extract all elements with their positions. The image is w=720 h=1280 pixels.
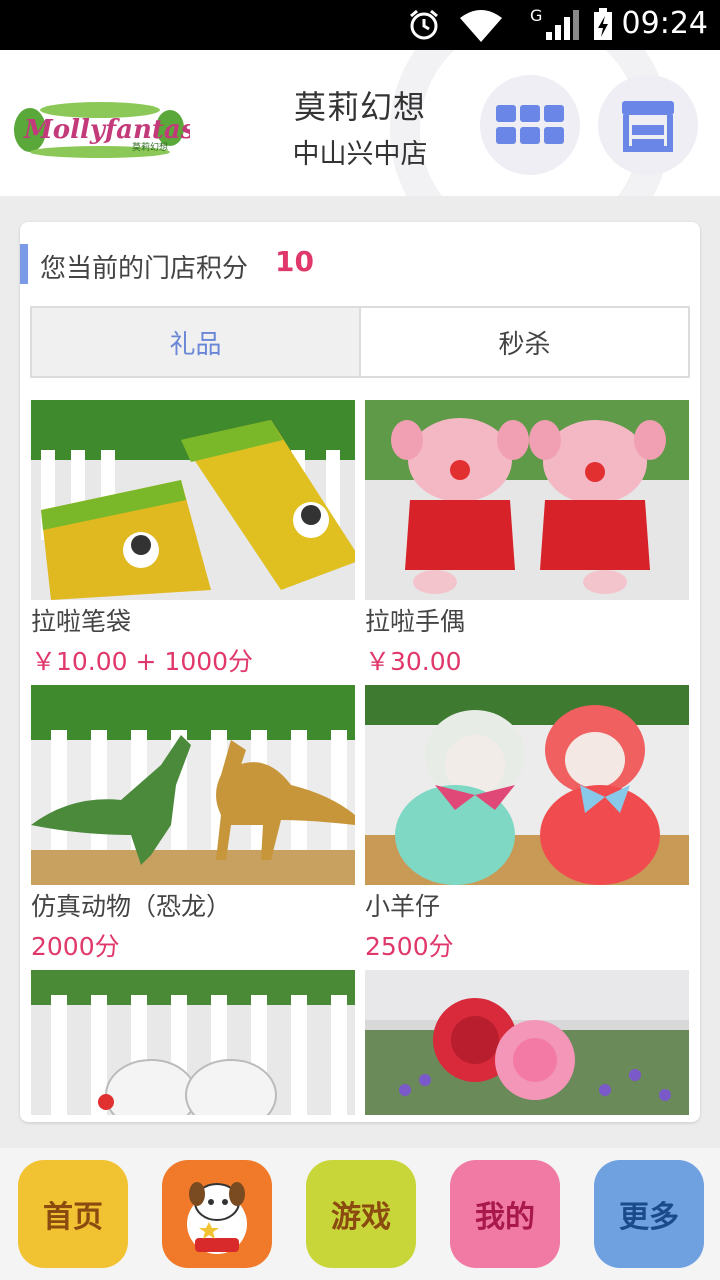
product-price: 2000分 [31,932,120,961]
product-price: ￥30.00 [365,647,462,676]
nav-games-label: 游戏 [331,1200,391,1235]
gift-store-card: 您当前的门店积分 10 礼品 秒杀 拉啦笔袋 ￥10.00 + 1000分 拉啦… [20,222,700,1122]
product-card[interactable]: 仿真动物（恐龙） 2000分 [31,685,355,961]
clock: 09:24 [621,6,708,41]
product-image[interactable] [31,685,355,885]
grid-icon [496,105,564,144]
logo-leaves-icon: Mollyfantasy 莫莉幻想 [14,102,212,158]
network-type-label: G [530,6,543,25]
nav-home-label: 首页 [43,1200,103,1235]
mascot-icon [187,1182,247,1254]
battery-charging-icon [594,8,612,40]
product-card[interactable] [365,970,689,1115]
product-image[interactable] [365,685,689,885]
product-price: ￥10.00 + 1000分 [31,647,254,676]
product-name: 小羊仔 [365,892,441,921]
signal-icon [546,10,579,40]
nav-home-button[interactable]: 首页 [18,1160,128,1268]
store-points: 您当前的门店积分 10 [20,240,700,290]
svg-text:莫莉幻想: 莫莉幻想 [132,141,168,153]
store-subtitle: 中山兴中店 [292,139,428,170]
grid-menu-button[interactable] [480,75,580,175]
accent-bar [20,244,28,284]
product-image[interactable] [365,970,689,1115]
storefront-icon [622,101,674,152]
points-label: 您当前的门店积分 [40,254,249,284]
product-image[interactable] [365,400,689,600]
category-tabs: 礼品 秒杀 [30,306,690,378]
product-name: 拉啦手偶 [365,607,466,636]
nav-more-button[interactable]: 更多 [594,1160,704,1268]
wifi-icon [460,10,502,42]
brand-logo[interactable]: Mollyfantasy 莫莉幻想 [10,100,212,160]
status-bar: G 09:24 [0,0,720,50]
nav-mascot-button[interactable] [162,1160,272,1268]
nav-mine-button[interactable]: 我的 [450,1160,560,1268]
product-card[interactable]: 拉啦手偶 ￥30.00 [365,400,689,676]
nav-mine-label: 我的 [475,1200,535,1235]
product-card[interactable]: 拉啦笔袋 ￥10.00 + 1000分 [31,400,355,676]
product-image[interactable] [31,400,355,600]
svg-text:Mollyfantasy: Mollyfantasy [23,115,190,145]
store-title: 莫莉幻想 [293,88,426,126]
store-button[interactable] [598,75,698,175]
tab-flash-sale[interactable]: 秒杀 [361,308,688,376]
bottom-navigation: 首页 游戏 我的 更多 [0,1148,720,1280]
tab-gifts[interactable]: 礼品 [32,308,361,376]
product-card[interactable]: 小羊仔 2500分 [365,685,689,961]
nav-games-button[interactable]: 游戏 [306,1160,416,1268]
product-card[interactable] [31,970,355,1115]
product-image[interactable] [31,970,355,1115]
product-price: 2500分 [365,932,454,961]
app-header: Mollyfantasy 莫莉幻想 莫莉幻想 中山兴中店 [0,50,720,196]
product-name: 拉啦笔袋 [31,607,132,636]
points-value: 10 [275,245,314,278]
product-name: 仿真动物（恐龙） [31,892,232,921]
alarm-icon [410,9,438,40]
nav-more-label: 更多 [619,1200,679,1235]
